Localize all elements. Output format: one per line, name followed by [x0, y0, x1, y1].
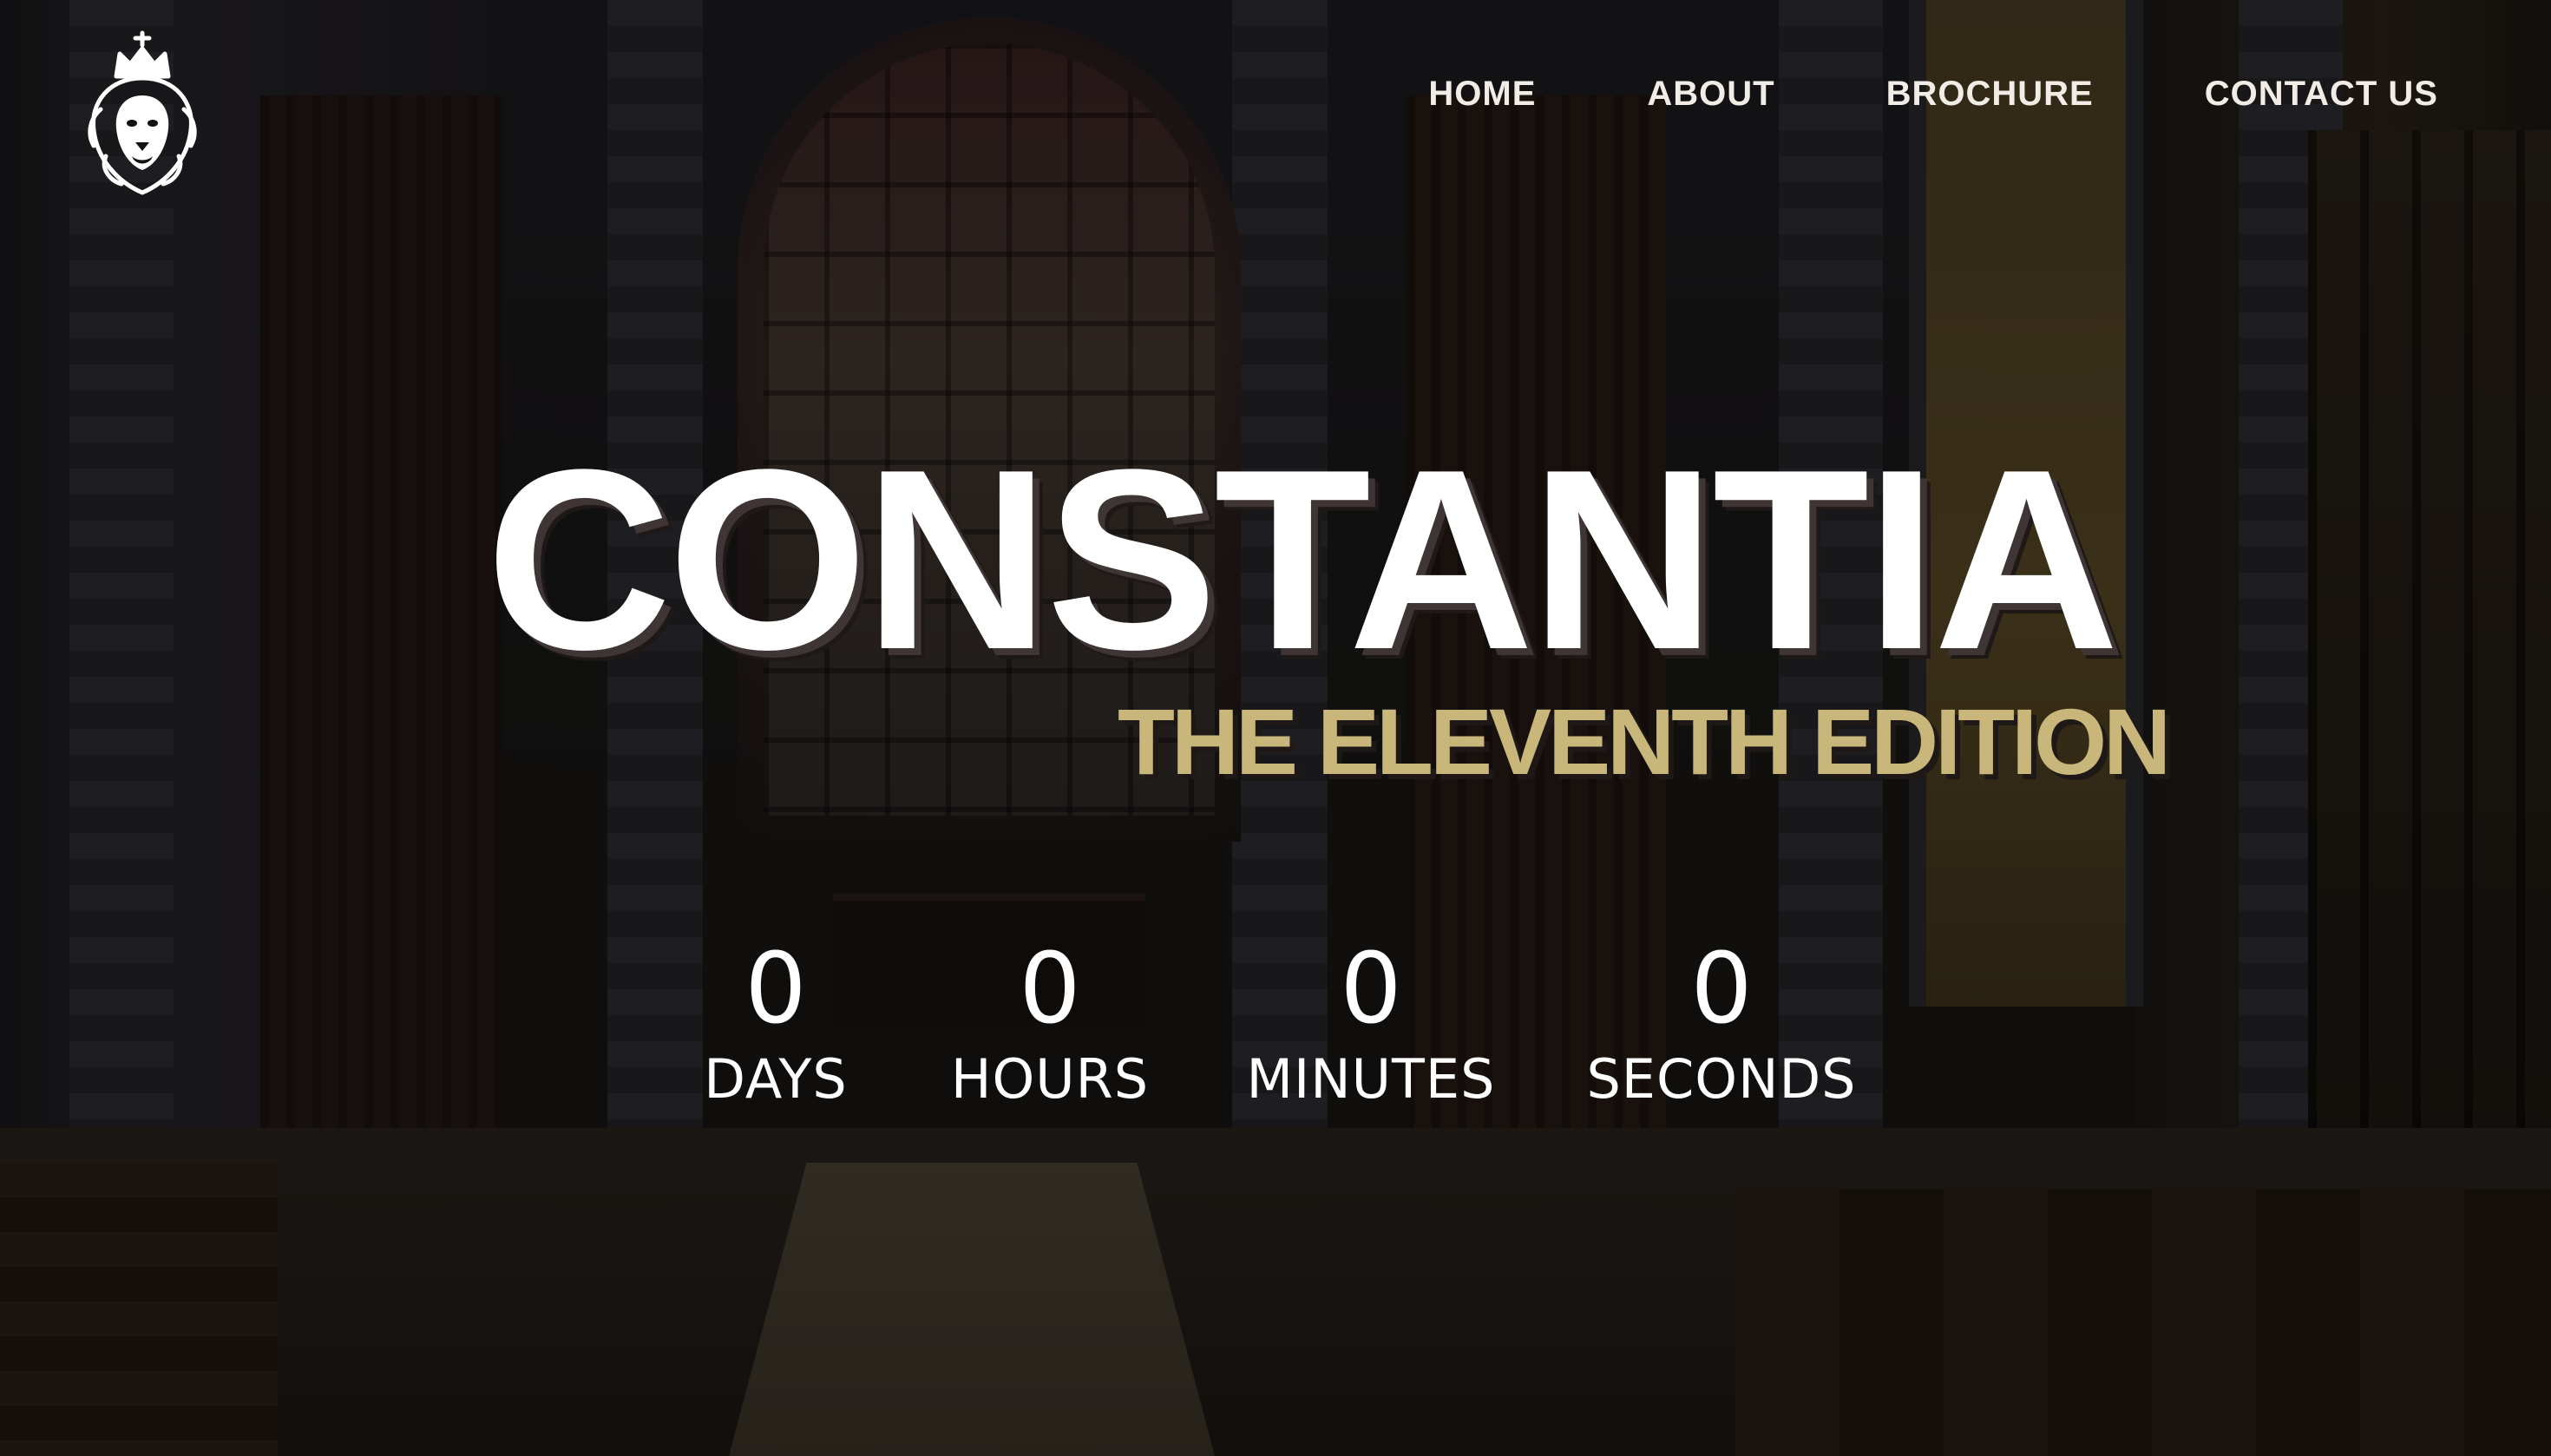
countdown-days-label: DAYS: [704, 1047, 848, 1111]
countdown-seconds: 0 SECONDS: [1586, 937, 1856, 1114]
main-navigation: HOME ABOUT BROCHURE CONTACT US: [1428, 73, 2438, 115]
nav-link-brochure[interactable]: BROCHURE: [1886, 73, 2094, 115]
countdown-seconds-label: SECONDS: [1586, 1047, 1857, 1111]
countdown-hours-label: HOURS: [950, 1047, 1150, 1111]
countdown-days-value: 0: [744, 933, 807, 1046]
countdown-minutes: 0 MINUTES: [1247, 937, 1496, 1114]
countdown-days: 0 DAYS: [704, 937, 847, 1114]
hero-subtitle: THE ELEVENTH EDITION: [1118, 689, 2171, 794]
lion-crest-logo[interactable]: [75, 26, 210, 200]
countdown-hours: 0 HOURS: [951, 937, 1149, 1114]
countdown-seconds-value: 0: [1690, 933, 1753, 1046]
countdown-hours-value: 0: [1019, 933, 1081, 1046]
countdown-minutes-label: MINUTES: [1246, 1047, 1496, 1111]
lion-crest-icon: [88, 30, 197, 195]
countdown-timer: 0 DAYS 0 HOURS 0 MINUTES 0 SECONDS: [0, 937, 2551, 1145]
hero-title: CONSTANTIA: [486, 416, 2119, 703]
nav-link-contact-us[interactable]: CONTACT US: [2205, 73, 2438, 115]
landing-page: HOME ABOUT BROCHURE CONTACT US CONSTANTI…: [0, 0, 2551, 1456]
nav-link-home[interactable]: HOME: [1428, 73, 1536, 115]
countdown-minutes-value: 0: [1340, 933, 1402, 1046]
nav-link-about[interactable]: ABOUT: [1647, 73, 1774, 115]
